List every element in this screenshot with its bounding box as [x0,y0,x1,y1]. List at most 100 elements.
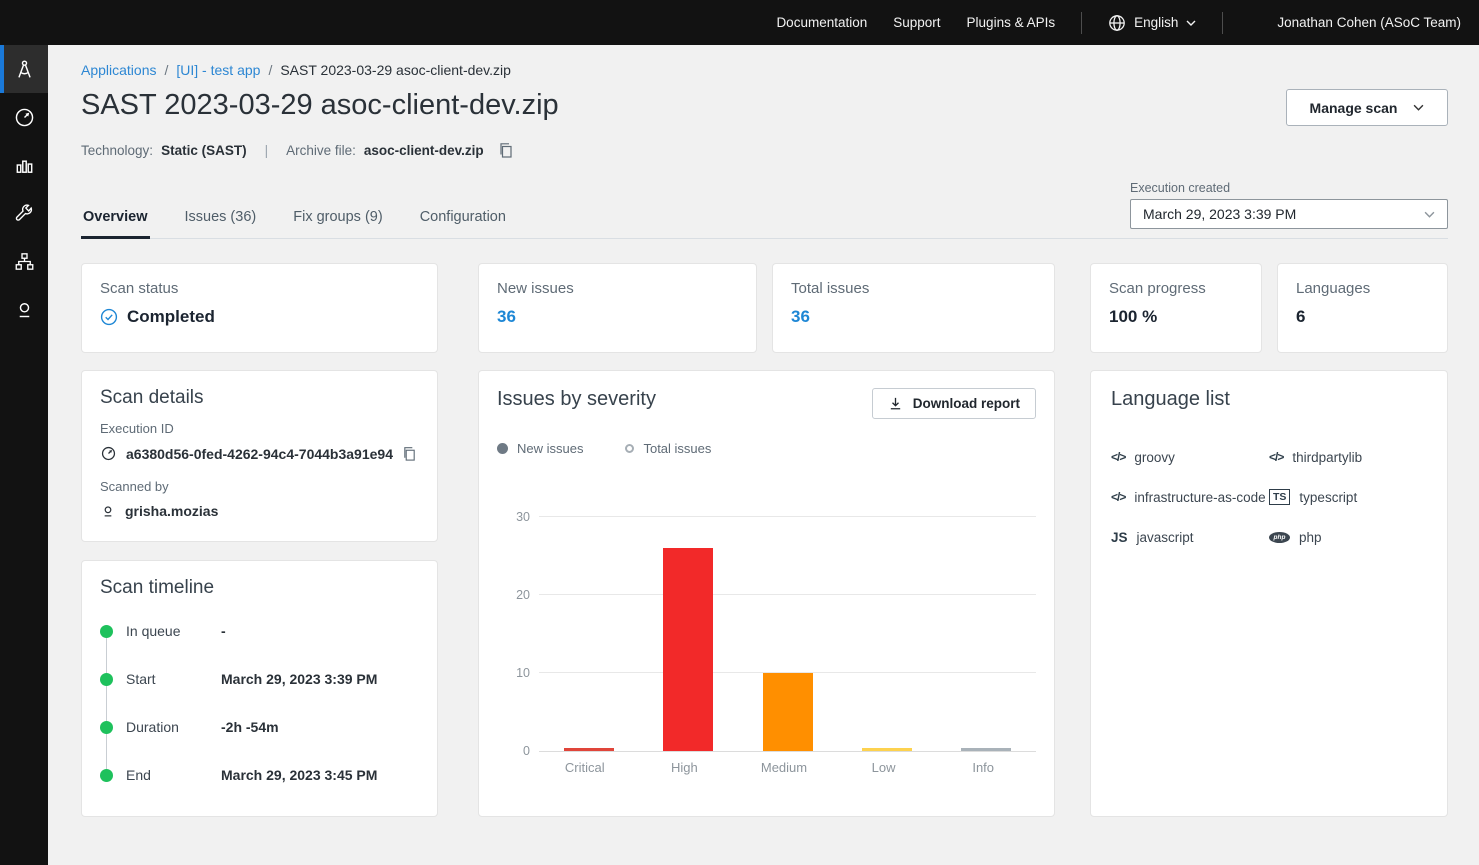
scan-timeline-card: Scan timeline In queue - Start March 29,… [81,560,438,817]
scan-progress-value: 100 % [1109,307,1243,327]
language-list-title: Language list [1111,388,1427,411]
new-issues-card: New issues 36 [478,263,757,353]
scan-progress-label: Scan progress [1109,280,1243,297]
legend-label: New issues [517,441,583,456]
scan-meta-row: Technology: Static (SAST) | Archive file… [81,142,1448,159]
scan-status-value: Completed [127,307,215,327]
copy-icon[interactable] [402,446,417,462]
gauge-icon [100,445,117,462]
page-title: SAST 2023-03-29 asoc-client-dev.zip [81,89,559,122]
language-label: groovy [1134,450,1175,465]
timeline-value: - [221,623,226,639]
breadcrumb-applications[interactable]: Applications [81,62,157,78]
breadcrumb-app[interactable]: [UI] - test app [176,62,260,78]
sidebar-item-tools[interactable] [0,189,48,237]
code-icon: </> [1111,450,1125,464]
chart-xlabel-info: Info [933,760,1033,775]
chart-bar-slot [837,748,936,751]
tab-overview[interactable]: Overview [81,199,150,238]
technology-label: Technology: [81,143,153,158]
timeline-label: In queue [126,623,221,639]
execution-created-value: March 29, 2023 3:39 PM [1143,206,1296,222]
chart-bars [539,504,1036,751]
globe-icon [1108,14,1126,32]
tab-bar: Overview Issues (36) Fix groups (9) Conf… [81,181,1448,239]
check-circle-icon [100,308,118,326]
languages-card: Languages 6 [1277,263,1448,353]
tab-issues[interactable]: Issues (36) [183,199,259,238]
scan-progress-card: Scan progress 100 % [1090,263,1262,353]
language-label: English [1134,15,1178,30]
execution-created-block: Execution created March 29, 2023 3:39 PM [1130,181,1448,229]
manage-scan-label: Manage scan [1310,100,1398,116]
topbar-divider [1222,12,1223,34]
scan-status-card: Scan status Completed [81,263,438,353]
chart-bar-slot [539,748,638,751]
language-item-infrastructure-as-code: </> infrastructure-as-code [1111,477,1269,517]
new-issues-label: New issues [497,280,738,297]
language-label: thirdpartylib [1292,450,1362,465]
new-issues-value: 36 [497,307,738,327]
breadcrumb: Applications / [UI] - test app / SAST 20… [81,62,1448,78]
left-nav-sidebar [0,45,48,865]
chevron-down-icon [1413,104,1424,111]
scan-details-card: Scan details Execution ID a6380d56-0fed-… [81,370,438,542]
bar-critical [564,748,614,751]
bar-info [961,748,1011,751]
chart-ytick: 30 [500,510,530,524]
php-icon: php [1269,532,1290,543]
chart-legend: New issues Total issues [497,441,1036,456]
legend-new-issues[interactable]: New issues [497,441,583,456]
language-label: typescript [1299,490,1357,505]
chart-bar-slot [738,673,837,751]
chart-xlabel-low: Low [834,760,934,775]
timeline-dot [100,625,113,638]
user-icon [100,503,116,519]
tab-configuration[interactable]: Configuration [418,199,508,238]
language-item-groovy: </> groovy [1111,437,1269,477]
documentation-link[interactable]: Documentation [776,15,867,30]
sidebar-item-user-admin[interactable] [0,285,48,333]
support-link[interactable]: Support [893,15,940,30]
sidebar-item-scans[interactable] [0,93,48,141]
chart-ytick: 10 [500,666,530,680]
timeline-label: End [126,767,221,783]
language-label: javascript [1137,530,1194,545]
bar-low [862,748,912,751]
issues-by-severity-title: Issues by severity [497,388,656,411]
plugins-apis-link[interactable]: Plugins & APIs [967,15,1056,30]
tab-fix-groups[interactable]: Fix groups (9) [291,199,384,238]
timeline-dot [100,721,113,734]
execution-id-label: Execution ID [100,421,419,436]
timeline-row-start: Start March 29, 2023 3:39 PM [100,665,419,693]
timeline-value: March 29, 2023 3:39 PM [221,671,377,687]
language-grid: </> groovy </> thirdpartylib </> infrast… [1111,437,1427,557]
execution-created-select[interactable]: March 29, 2023 3:39 PM [1130,199,1448,229]
legend-total-issues[interactable]: Total issues [625,441,711,456]
sidebar-item-applications[interactable] [0,45,48,93]
user-menu[interactable]: Jonathan Cohen (ASoC Team) [1249,15,1461,30]
timeline-label: Duration [126,719,221,735]
language-label: php [1299,530,1322,545]
org-chart-icon [13,250,36,273]
sidebar-item-reports[interactable] [0,141,48,189]
chart-ytick: 20 [500,588,530,602]
sidebar-item-organization[interactable] [0,237,48,285]
timeline-row-in-queue: In queue - [100,617,419,645]
scan-timeline-title: Scan timeline [100,577,419,599]
chart-ytick: 0 [500,744,530,758]
scan-status-label: Scan status [100,280,419,297]
language-item-javascript: JS javascript [1111,517,1269,557]
copy-icon[interactable] [498,142,514,159]
download-report-button[interactable]: Download report [872,388,1036,419]
language-selector[interactable]: English [1108,14,1196,32]
timeline-label: Start [126,671,221,687]
timeline: In queue - Start March 29, 2023 3:39 PM … [100,617,419,789]
language-item-thirdpartylib: </> thirdpartylib [1269,437,1427,477]
languages-label: Languages [1296,280,1429,297]
compass-icon [13,58,36,81]
total-issues-value: 36 [791,307,1036,327]
chart-bar-slot [638,548,737,751]
main-content: Applications / [UI] - test app / SAST 20… [48,45,1479,817]
manage-scan-button[interactable]: Manage scan [1286,89,1448,126]
